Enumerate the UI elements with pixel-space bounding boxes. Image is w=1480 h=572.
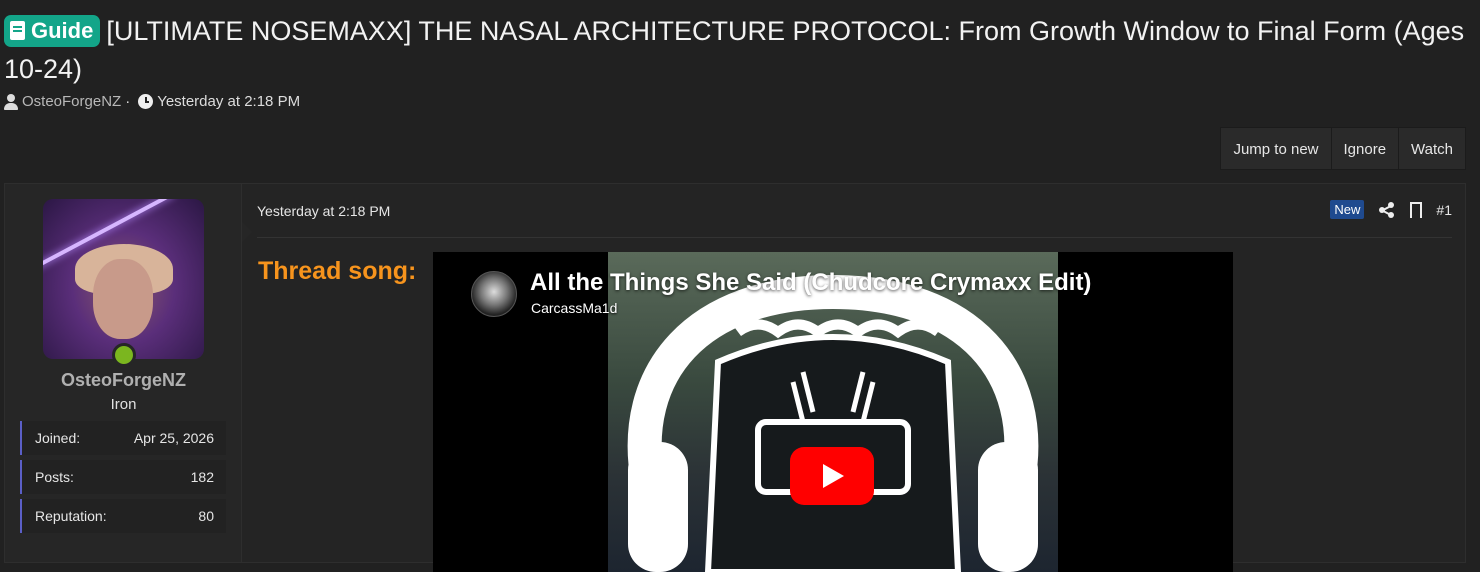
- new-badge: New: [1330, 200, 1365, 219]
- user-title: Iron: [110, 396, 137, 413]
- post-number-link[interactable]: #1: [1436, 202, 1452, 218]
- watch-button[interactable]: Watch: [1398, 128, 1465, 169]
- meta-separator: ·: [125, 93, 131, 110]
- video-title-link[interactable]: All the Things She Said (Chudcore Crymax…: [530, 269, 1091, 297]
- thread-song-heading: Thread song:: [258, 257, 417, 285]
- jump-to-new-button[interactable]: Jump to new: [1221, 128, 1330, 169]
- bookmark-icon[interactable]: [1410, 201, 1423, 223]
- channel-avatar[interactable]: [471, 271, 517, 317]
- post-header-tools: New #1: [1330, 200, 1452, 223]
- thumbnail-art: [627, 274, 1039, 572]
- stat-value: 80: [198, 508, 214, 524]
- guide-prefix-label: Guide: [31, 18, 94, 43]
- user-icon: [4, 93, 18, 110]
- youtube-embed[interactable]: All the Things She Said (Chudcore Crymax…: [433, 252, 1233, 572]
- clock-icon: [138, 94, 154, 109]
- thread-title-row: Guide [ULTIMATE NOSEMAXX] THE NASAL ARCHI…: [4, 12, 1474, 88]
- post-header: Yesterday at 2:18 PM New #1: [257, 200, 1452, 238]
- video-thumbnail: [608, 252, 1058, 572]
- user-stat-joined: Joined: Apr 25, 2026: [20, 421, 226, 455]
- user-stat-reputation: Reputation: 80: [20, 499, 226, 533]
- thread-meta: OsteoForgeNZ · Yesterday at 2:18 PM: [4, 93, 300, 110]
- thread-author-link[interactable]: OsteoForgeNZ: [22, 93, 121, 110]
- post-username-link[interactable]: OsteoForgeNZ: [5, 370, 242, 391]
- stat-label: Posts:: [35, 469, 74, 485]
- thread-date-link[interactable]: Yesterday at 2:18 PM: [157, 93, 300, 110]
- guide-prefix-badge[interactable]: Guide: [4, 15, 101, 47]
- user-stat-posts: Posts: 182: [20, 460, 226, 494]
- avatar[interactable]: [43, 199, 204, 359]
- video-channel-link[interactable]: CarcassMa1d: [531, 300, 617, 316]
- thread-actions: Jump to new Ignore Watch: [1220, 127, 1466, 170]
- stat-value: Apr 25, 2026: [133, 430, 214, 446]
- post-user-column: OsteoForgeNZ Iron Joined: Apr 25, 2026 P…: [5, 184, 252, 562]
- post-date-link[interactable]: Yesterday at 2:18 PM: [257, 203, 390, 219]
- stat-value: 182: [190, 469, 214, 485]
- stat-label: Joined:: [35, 430, 81, 446]
- post-1: OsteoForgeNZ Iron Joined: Apr 25, 2026 P…: [4, 183, 1466, 572]
- ignore-button[interactable]: Ignore: [1330, 128, 1399, 169]
- play-icon[interactable]: [790, 447, 874, 505]
- share-icon[interactable]: [1378, 201, 1396, 219]
- thread-title: [ULTIMATE NOSEMAXX] THE NASAL ARCHITECTU…: [4, 16, 1465, 84]
- book-icon: [10, 21, 25, 40]
- stat-label: Reputation:: [35, 508, 107, 524]
- online-status-dot: [112, 343, 136, 367]
